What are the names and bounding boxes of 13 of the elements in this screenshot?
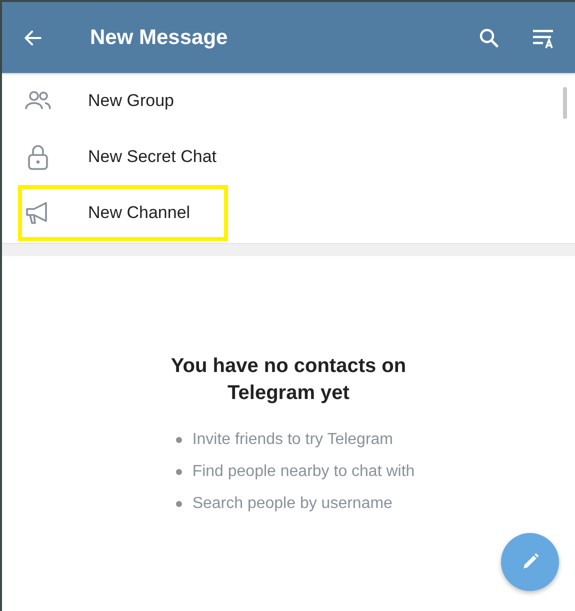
tip-text: Search people by username xyxy=(192,494,392,514)
empty-state-title: You have no contacts on Telegram yet xyxy=(170,354,408,406)
menu-item[interactable]: New Group xyxy=(2,73,542,129)
bullet-icon xyxy=(176,437,182,443)
menu-item[interactable]: New Secret Chat xyxy=(2,129,542,185)
menu-item[interactable]: New Channel xyxy=(18,185,228,241)
screen-title: New Message xyxy=(90,26,228,50)
scrollbar xyxy=(563,87,567,119)
tip-text: Find people nearby to chat with xyxy=(192,462,415,482)
tip-text: Invite friends to try Telegram xyxy=(192,430,393,450)
bullet-icon xyxy=(176,469,182,475)
compose-button[interactable] xyxy=(501,533,559,591)
bullet-icon xyxy=(176,501,182,507)
